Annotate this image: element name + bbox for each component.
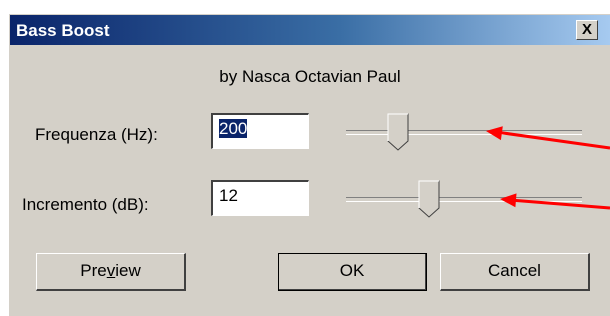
frequency-input[interactable]: 200: [211, 113, 309, 149]
boost-label: Incremento (dB):: [22, 195, 149, 214]
window-title: Bass Boost: [16, 21, 110, 40]
frequency-slider-track[interactable]: [346, 130, 582, 135]
bass-boost-dialog: Bass Boost X by Nasca Octavian Paul Freq…: [9, 14, 610, 316]
author-credit: by Nasca Octavian Paul: [219, 67, 401, 86]
frequency-slider-thumb[interactable]: [387, 113, 409, 151]
frequency-label: Frequenza (Hz):: [35, 125, 158, 144]
boost-value: 12: [219, 186, 238, 205]
ok-button[interactable]: OK: [278, 253, 427, 291]
preview-button[interactable]: Preview: [36, 253, 186, 291]
boost-slider-track[interactable]: [346, 197, 582, 202]
preview-label-accelerator: v: [106, 261, 116, 280]
title-bar[interactable]: Bass Boost X: [10, 15, 610, 45]
preview-label-start: Pre: [80, 261, 107, 280]
preview-label-end: iew: [115, 261, 141, 280]
frequency-value: 200: [219, 119, 248, 138]
close-icon: X: [581, 21, 592, 38]
boost-slider-thumb[interactable]: [418, 180, 440, 218]
close-button[interactable]: X: [576, 20, 598, 40]
boost-input[interactable]: 12: [211, 180, 309, 216]
cancel-button[interactable]: Cancel: [440, 253, 590, 291]
